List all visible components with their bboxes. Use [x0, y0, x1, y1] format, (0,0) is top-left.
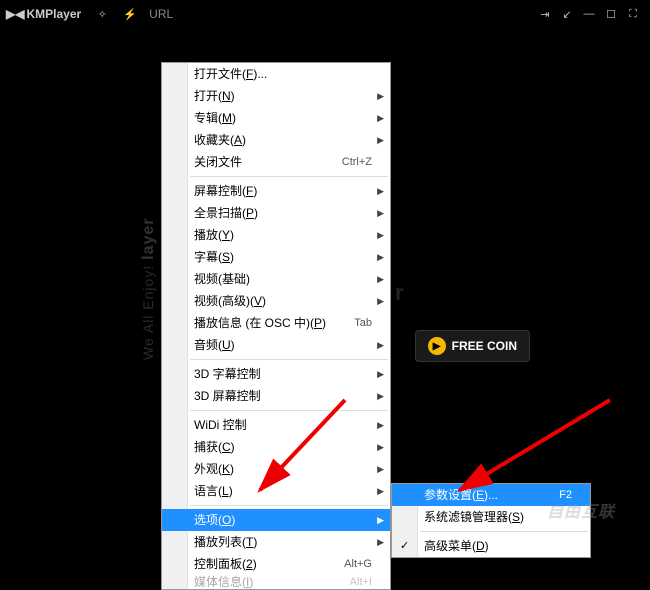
menu-shortcut: Ctrl+Z [342, 151, 372, 173]
main-menu-item-4[interactable]: 关闭文件Ctrl+Z [162, 151, 390, 173]
menu-item-label: 视频(高级)(V) [194, 290, 372, 312]
title-bar: ▶◀ KMPlayer ✧ ⚡ URL ⇥ ↙ — ☐ ⛶ [0, 0, 650, 28]
menu-item-label: 视频(基础) [194, 268, 372, 290]
main-menu-item-12[interactable]: 播放信息 (在 OSC 中)(P)Tab [162, 312, 390, 334]
context-menu-main[interactable]: 打开文件(F)...打开(N)▶专辑(M)▶收藏夹(A)▶关闭文件Ctrl+Z屏… [161, 62, 391, 590]
main-menu-item-1[interactable]: 打开(N)▶ [162, 85, 390, 107]
main-menu-item-0[interactable]: 打开文件(F)... [162, 63, 390, 85]
menu-item-label: 打开文件(F)... [194, 63, 372, 85]
minimize-button[interactable]: — [578, 8, 600, 20]
menu-separator [190, 176, 388, 177]
vertical-brand: We All Enjoy! layer [140, 218, 158, 361]
compact-icon[interactable]: ⇥ [534, 8, 556, 21]
menu-item-label: 屏幕控制(F) [194, 180, 372, 202]
background-glyph: r [395, 280, 404, 306]
submenu-arrow-icon: ▶ [377, 246, 384, 268]
main-menu-item-2[interactable]: 专辑(M)▶ [162, 107, 390, 129]
app-logo: ▶◀ KMPlayer [6, 7, 81, 21]
menu-item-label: WiDi 控制 [194, 414, 372, 436]
menu-item-label: 媒体信息(I) [194, 575, 350, 589]
free-coin-badge[interactable]: ▶ FREE COIN [415, 330, 530, 362]
main-menu-item-8[interactable]: 播放(Y)▶ [162, 224, 390, 246]
menu-separator [190, 410, 388, 411]
menu-separator [190, 505, 388, 506]
logo-mark: ▶◀ [6, 7, 24, 21]
menu-item-label: 专辑(M) [194, 107, 372, 129]
main-menu-item-19[interactable]: 捕获(C)▶ [162, 436, 390, 458]
main-menu-item-10[interactable]: 视频(基础)▶ [162, 268, 390, 290]
menu-item-label: 音频(U) [194, 334, 372, 356]
pin-icon[interactable]: ✧ [91, 8, 113, 21]
submenu-arrow-icon: ▶ [377, 224, 384, 246]
submenu-arrow-icon: ▶ [377, 414, 384, 436]
main-menu-item-21[interactable]: 语言(L)▶ [162, 480, 390, 502]
menu-item-label: 3D 字幕控制 [194, 363, 372, 385]
main-menu-item-25[interactable]: 控制面板(2)Alt+G [162, 553, 390, 575]
submenu-arrow-icon: ▶ [377, 268, 384, 290]
main-menu-item-23[interactable]: 选项(O)▶ [162, 509, 390, 531]
menu-shortcut: Alt+G [344, 553, 372, 575]
menu-item-label: 字幕(S) [194, 246, 372, 268]
submenu-arrow-icon: ▶ [377, 458, 384, 480]
menu-item-label: 播放信息 (在 OSC 中)(P) [194, 312, 354, 334]
logo-text: KMPlayer [26, 7, 81, 21]
submenu-arrow-icon: ▶ [377, 290, 384, 312]
main-menu-item-18[interactable]: WiDi 控制▶ [162, 414, 390, 436]
url-label[interactable]: URL [149, 7, 173, 21]
main-menu-item-11[interactable]: 视频(高级)(V)▶ [162, 290, 390, 312]
main-menu-item-15[interactable]: 3D 字幕控制▶ [162, 363, 390, 385]
menu-item-label: 全景扫描(P) [194, 202, 372, 224]
menu-item-label: 关闭文件 [194, 151, 342, 173]
watermark: 自由互联 [547, 498, 615, 522]
menu-shortcut: Alt+I [350, 575, 372, 589]
menu-item-label: 高级菜单(D) [424, 535, 572, 557]
menu-item-label: 外观(K) [194, 458, 372, 480]
menu-separator [190, 359, 388, 360]
menu-item-label: 选项(O) [194, 509, 372, 531]
shrink-icon[interactable]: ↙ [556, 8, 578, 21]
main-menu-item-3[interactable]: 收藏夹(A)▶ [162, 129, 390, 151]
menu-item-label: 捕获(C) [194, 436, 372, 458]
submenu-arrow-icon: ▶ [377, 480, 384, 502]
main-menu-item-6[interactable]: 屏幕控制(F)▶ [162, 180, 390, 202]
main-menu-item-16[interactable]: 3D 屏幕控制▶ [162, 385, 390, 407]
menu-item-label: 语言(L) [194, 480, 372, 502]
options-submenu-item-3[interactable]: ✓ 高级菜单(D) [392, 535, 590, 557]
menu-item-label: 收藏夹(A) [194, 129, 372, 151]
submenu-arrow-icon: ▶ [377, 334, 384, 356]
submenu-arrow-icon: ▶ [377, 509, 384, 531]
submenu-arrow-icon: ▶ [377, 180, 384, 202]
free-coin-label: FREE COIN [452, 339, 517, 353]
menu-item-label: 3D 屏幕控制 [194, 385, 372, 407]
submenu-arrow-icon: ▶ [377, 385, 384, 407]
main-menu-item-7[interactable]: 全景扫描(P)▶ [162, 202, 390, 224]
check-icon: ✓ [400, 535, 409, 557]
submenu-arrow-icon: ▶ [377, 129, 384, 151]
main-menu-item-9[interactable]: 字幕(S)▶ [162, 246, 390, 268]
menu-item-label: 播放列表(T) [194, 531, 372, 553]
menu-item-label: 参数设置(E)... [424, 484, 559, 506]
submenu-arrow-icon: ▶ [377, 202, 384, 224]
lightning-icon[interactable]: ⚡ [119, 8, 141, 21]
main-menu-item-13[interactable]: 音频(U)▶ [162, 334, 390, 356]
close-button[interactable]: ⛶ [622, 8, 644, 21]
main-menu-item-26[interactable]: 媒体信息(I)Alt+I [162, 575, 390, 589]
submenu-arrow-icon: ▶ [377, 531, 384, 553]
submenu-arrow-icon: ▶ [377, 436, 384, 458]
main-menu-item-24[interactable]: 播放列表(T)▶ [162, 531, 390, 553]
menu-item-label: 播放(Y) [194, 224, 372, 246]
submenu-arrow-icon: ▶ [377, 85, 384, 107]
menu-item-label: 控制面板(2) [194, 553, 344, 575]
menu-shortcut: Tab [354, 312, 372, 334]
menu-item-label: 打开(N) [194, 85, 372, 107]
menu-separator [420, 531, 588, 532]
main-menu-item-20[interactable]: 外观(K)▶ [162, 458, 390, 480]
submenu-arrow-icon: ▶ [377, 363, 384, 385]
coin-icon: ▶ [428, 337, 446, 355]
maximize-button[interactable]: ☐ [600, 8, 622, 21]
submenu-arrow-icon: ▶ [377, 107, 384, 129]
